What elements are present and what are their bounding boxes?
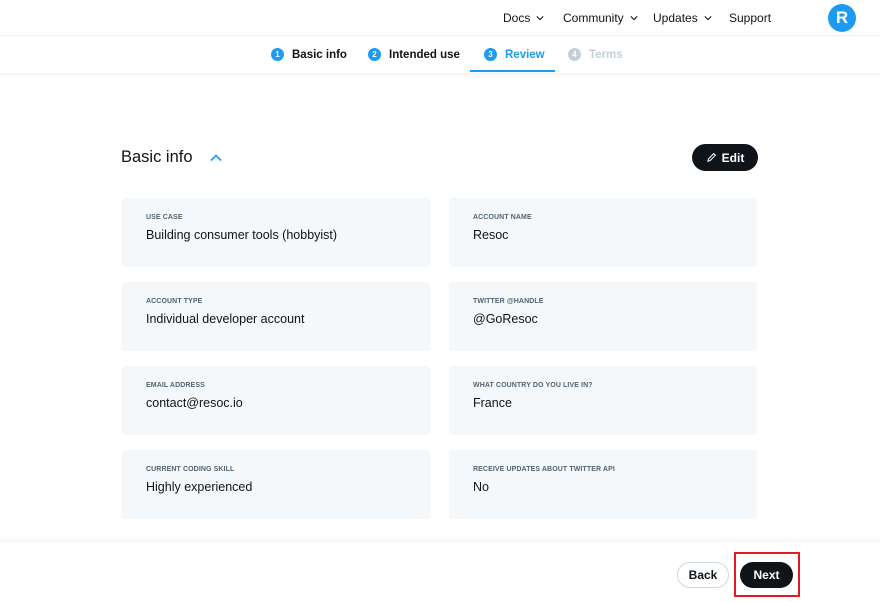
chevron-down-icon bbox=[704, 16, 712, 21]
nav-updates-label: Updates bbox=[653, 11, 698, 25]
step-label: Terms bbox=[589, 48, 623, 61]
edit-button[interactable]: Edit bbox=[692, 144, 758, 171]
field-value: Building consumer tools (hobbyist) bbox=[146, 228, 338, 242]
nav-support-label: Support bbox=[729, 11, 772, 25]
avatar[interactable]: R bbox=[828, 4, 856, 32]
step-number: 1 bbox=[271, 48, 284, 61]
field-card-coding-skill: CURRENT CODING SKILL Highly experienced bbox=[122, 450, 430, 519]
nav-community[interactable]: Community bbox=[563, 11, 638, 25]
chevron-down-icon bbox=[630, 16, 638, 21]
field-value: contact@resoc.io bbox=[146, 396, 243, 410]
step-label: Intended use bbox=[389, 48, 460, 61]
field-value: @GoResoc bbox=[473, 312, 538, 326]
nav-support[interactable]: Support bbox=[729, 11, 771, 25]
nav-docs-label: Docs bbox=[503, 11, 531, 25]
edit-button-label: Edit bbox=[721, 150, 745, 165]
field-card-country: WHAT COUNTRY DO YOU LIVE IN? France bbox=[449, 366, 757, 435]
step-number: 3 bbox=[484, 48, 497, 61]
step-label: Basic info bbox=[292, 48, 347, 61]
back-button[interactable]: Back bbox=[677, 562, 729, 588]
field-label: WHAT COUNTRY DO YOU LIVE IN? bbox=[473, 382, 593, 389]
nav-community-label: Community bbox=[563, 11, 624, 25]
field-label: ACCOUNT TYPE bbox=[146, 298, 203, 305]
field-value: Individual developer account bbox=[146, 312, 305, 326]
field-value: Highly experienced bbox=[146, 480, 253, 494]
field-card-account-name: ACCOUNT NAME Resoc bbox=[449, 198, 757, 267]
field-label: EMAIL ADDRESS bbox=[146, 382, 205, 389]
field-label: RECEIVE UPDATES ABOUT TWITTER API bbox=[473, 466, 615, 473]
chevron-down-icon bbox=[536, 16, 544, 21]
stepper: 1 Basic info 2 Intended use 3 Review 4 T… bbox=[0, 37, 880, 73]
next-button[interactable]: Next bbox=[740, 562, 793, 588]
field-label: USE CASE bbox=[146, 214, 183, 221]
field-value: No bbox=[473, 480, 489, 494]
field-card-use-case: USE CASE Building consumer tools (hobbyi… bbox=[122, 198, 430, 267]
step-terms: 4 Terms bbox=[568, 48, 623, 61]
step-label: Review bbox=[505, 48, 545, 61]
field-value: France bbox=[473, 396, 512, 410]
top-nav: Docs Community Updates Support R bbox=[0, 0, 880, 36]
step-number: 4 bbox=[568, 48, 581, 61]
field-card-receive-updates: RECEIVE UPDATES ABOUT TWITTER API No bbox=[449, 450, 757, 519]
nav-docs[interactable]: Docs bbox=[503, 11, 544, 25]
section-header: Basic info bbox=[121, 148, 223, 167]
field-label: CURRENT CODING SKILL bbox=[146, 466, 235, 473]
field-card-twitter-handle: TWITTER @HANDLE @GoResoc bbox=[449, 282, 757, 351]
step-review[interactable]: 3 Review bbox=[484, 48, 545, 61]
pencil-icon bbox=[706, 152, 716, 162]
field-label: TWITTER @HANDLE bbox=[473, 298, 544, 305]
field-card-account-type: ACCOUNT TYPE Individual developer accoun… bbox=[122, 282, 430, 351]
step-basic-info[interactable]: 1 Basic info bbox=[271, 48, 347, 61]
section-title: Basic info bbox=[121, 148, 193, 166]
active-step-underline bbox=[470, 70, 555, 72]
step-intended-use[interactable]: 2 Intended use bbox=[368, 48, 460, 61]
field-card-email: EMAIL ADDRESS contact@resoc.io bbox=[122, 366, 430, 435]
chevron-up-icon[interactable] bbox=[209, 151, 223, 165]
step-number: 2 bbox=[368, 48, 381, 61]
nav-updates[interactable]: Updates bbox=[653, 11, 712, 25]
field-value: Resoc bbox=[473, 228, 509, 242]
field-label: ACCOUNT NAME bbox=[473, 214, 532, 221]
